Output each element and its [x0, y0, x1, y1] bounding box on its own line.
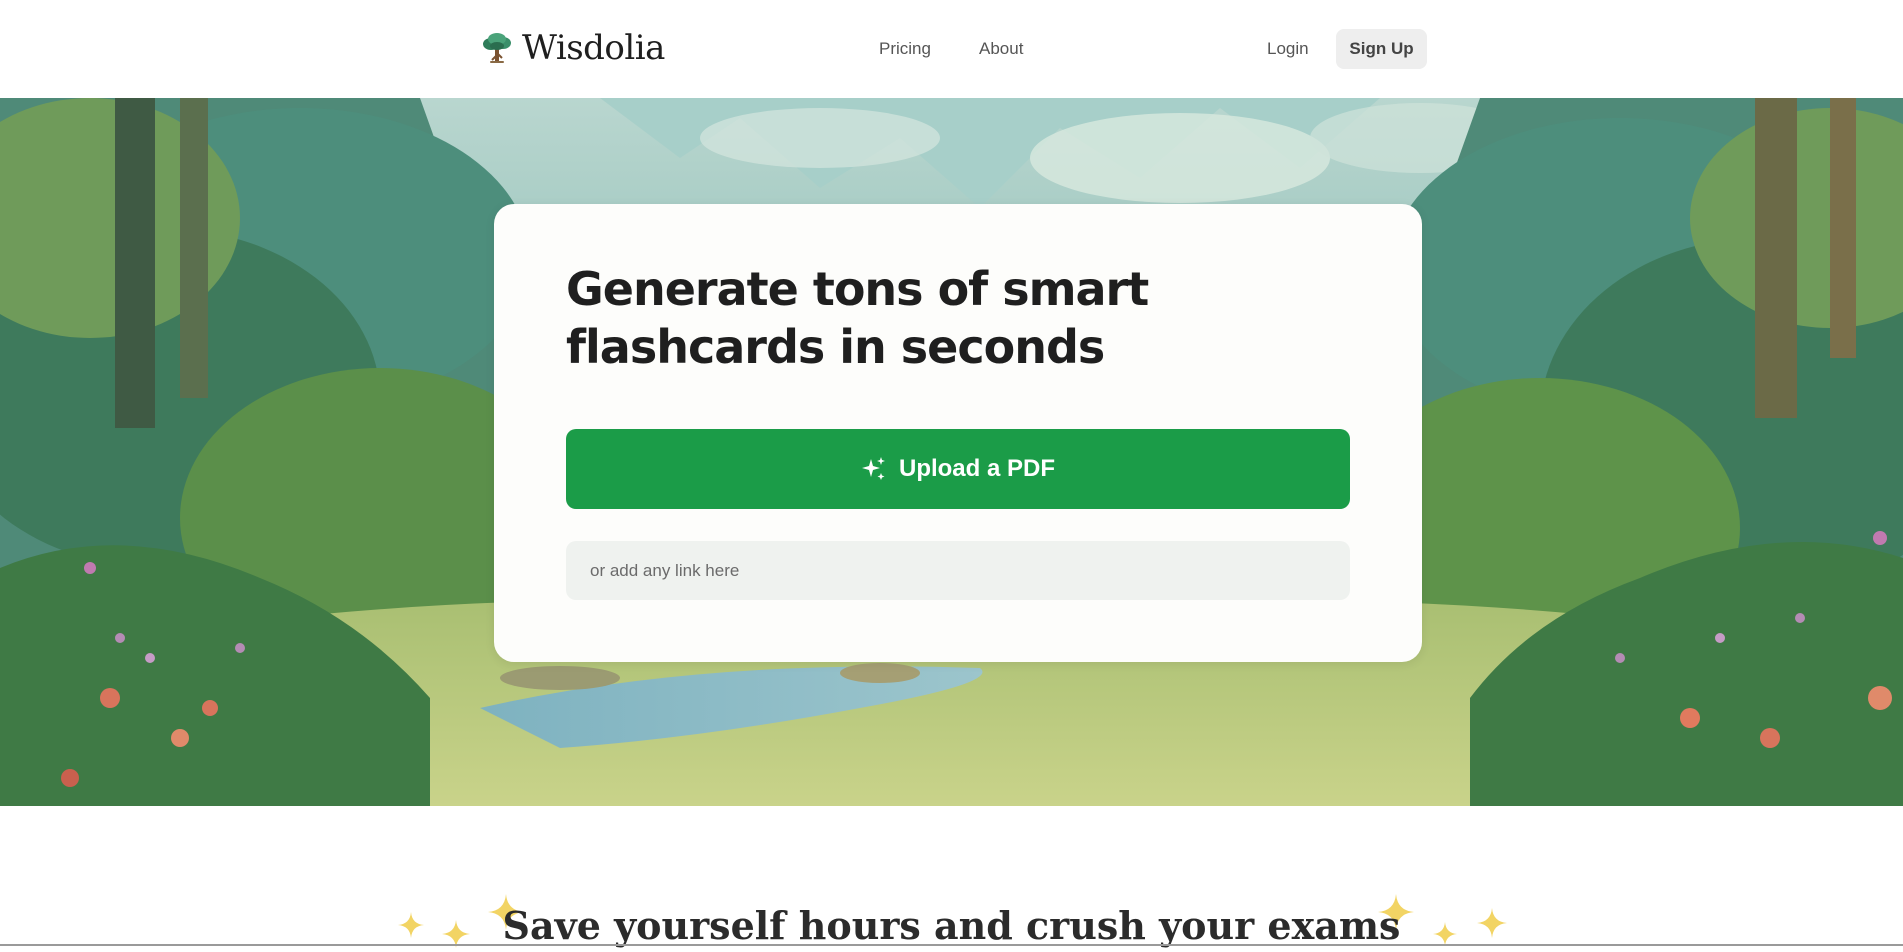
nav-login-link[interactable]: Login [1267, 37, 1309, 61]
link-input[interactable] [566, 541, 1350, 600]
top-navbar: Wisdolia Pricing About Login Sign Up [0, 0, 1903, 98]
brand-name: Wisdolia [522, 28, 665, 68]
tree-icon [483, 33, 511, 63]
sparkle-icon [861, 457, 885, 480]
nav-pricing-link[interactable]: Pricing [879, 37, 931, 61]
hero-card: Generate tons of smart flashcards in sec… [494, 204, 1422, 662]
hero-title: Generate tons of smart flashcards in sec… [566, 262, 1149, 374]
nav-about-link[interactable]: About [979, 37, 1023, 61]
brand-logo-link[interactable]: Wisdolia [480, 28, 665, 68]
upload-pdf-label: Upload a PDF [898, 455, 1055, 482]
upload-pdf-button[interactable]: Upload a PDF [566, 429, 1350, 509]
signup-button[interactable]: Sign Up [1336, 29, 1427, 69]
hero-section: Generate tons of smart flashcards in sec… [0, 98, 1903, 806]
